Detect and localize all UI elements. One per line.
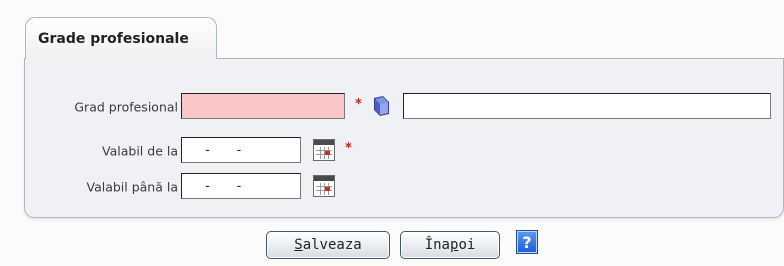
lookup-book-icon[interactable] <box>369 94 393 118</box>
row-valabil-pana-la: Valabil până la <box>25 173 178 201</box>
valabil-pana-la-label: Valabil până la <box>86 179 178 195</box>
valabil-de-la-label: Valabil de la <box>102 143 178 159</box>
back-button-accesskey: p <box>450 237 459 253</box>
page: Grade profesionale Grad profesional * Va… <box>0 0 784 266</box>
valabil-de-la-calendar-icon[interactable] <box>313 139 335 161</box>
row-valabil-de-la: Valabil de la <box>25 137 178 165</box>
save-button-label: alveaza <box>302 237 362 253</box>
valabil-pana-la-input[interactable] <box>181 173 301 199</box>
back-button-label-start: Îna <box>424 237 450 253</box>
form-panel: Grad profesional * Valabil de la * Valab… <box>24 58 784 218</box>
valabil-de-la-input[interactable] <box>181 137 301 163</box>
back-button[interactable]: Îna p oi <box>400 231 500 259</box>
help-icon-glyph: ? <box>522 232 532 252</box>
grad-profesional-input[interactable] <box>181 93 345 119</box>
grad-profesional-label: Grad profesional <box>74 99 178 115</box>
row-grad-profesional: Grad profesional <box>25 93 178 121</box>
tab-grade-profesionale[interactable]: Grade profesionale <box>25 17 217 59</box>
tab-label: Grade profesionale <box>38 30 189 47</box>
save-button[interactable]: Salveaza <box>266 231 390 259</box>
valabil-de-la-required-marker: * <box>345 141 352 156</box>
help-icon[interactable]: ? <box>516 230 538 254</box>
grad-profesional-required-marker: * <box>355 97 362 112</box>
valabil-pana-la-calendar-icon[interactable] <box>313 175 335 197</box>
back-button-label-end: oi <box>458 237 476 253</box>
grad-profesional-description[interactable] <box>403 93 771 119</box>
save-button-accesskey: S <box>294 237 303 253</box>
